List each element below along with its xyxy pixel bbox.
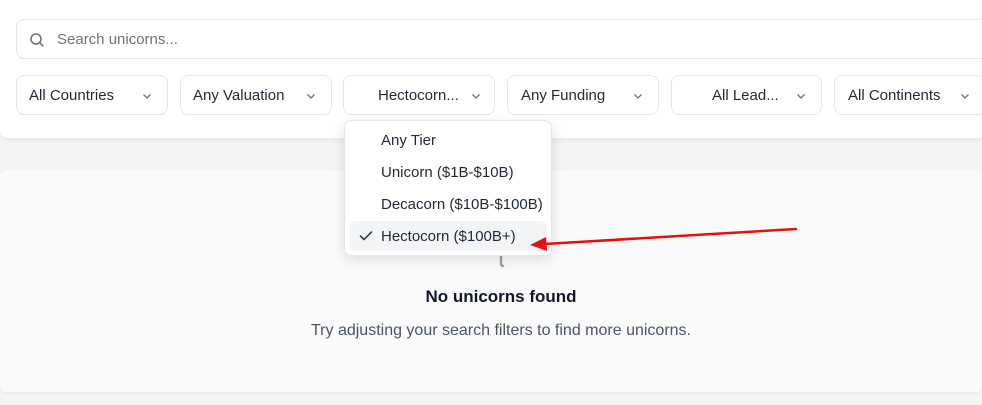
filter-panel: All Countries Any Valuation Hectocorn...… (0, 0, 982, 138)
tier-option-label: Hectocorn ($100B+) (381, 228, 516, 245)
country-filter[interactable]: All Countries (16, 75, 168, 115)
tier-filter-label: Hectocorn... (378, 87, 459, 104)
tier-option-unicorn[interactable]: Unicorn ($1B-$10B) (349, 157, 547, 187)
valuation-filter[interactable]: Any Valuation (180, 75, 332, 115)
country-filter-label: All Countries (29, 87, 115, 104)
chevron-down-icon (797, 94, 805, 99)
tier-option-decacorn[interactable]: Decacorn ($10B-$100B) (349, 189, 547, 219)
tier-option-label: Decacorn ($10B-$100B) (381, 196, 543, 213)
continent-filter[interactable]: All Continents (834, 75, 982, 115)
search-box[interactable] (16, 19, 982, 59)
empty-state-subtitle: Try adjusting your search filters to fin… (310, 322, 691, 339)
chevron-down-icon (143, 94, 151, 99)
chevron-down-icon (634, 94, 642, 99)
empty-state-title: No unicorns found (425, 287, 577, 306)
funding-filter[interactable]: Any Funding (507, 75, 659, 115)
search-icon (30, 33, 44, 47)
chevron-down-icon (472, 94, 480, 99)
funding-filter-label: Any Funding (521, 87, 606, 104)
check-icon (359, 231, 373, 241)
tier-option-hectocorn[interactable]: Hectocorn ($100B+) (349, 221, 547, 251)
valuation-filter-label: Any Valuation (193, 87, 285, 104)
search-input[interactable] (57, 20, 957, 58)
lead-investor-filter-label: All Lead... (712, 87, 779, 104)
tier-option-label: Unicorn ($1B-$10B) (381, 164, 514, 181)
continent-filter-label: All Continents (848, 87, 941, 104)
tier-filter[interactable]: Hectocorn... (343, 75, 495, 115)
tier-option-any[interactable]: Any Tier (349, 125, 547, 155)
tier-option-label: Any Tier (381, 132, 437, 149)
chevron-down-icon (961, 94, 969, 99)
tier-dropdown-menu: Any Tier Unicorn ($1B-$10B) Decacorn ($1… (344, 120, 552, 256)
lead-investor-filter[interactable]: All Lead... (671, 75, 822, 115)
chevron-down-icon (307, 94, 315, 99)
